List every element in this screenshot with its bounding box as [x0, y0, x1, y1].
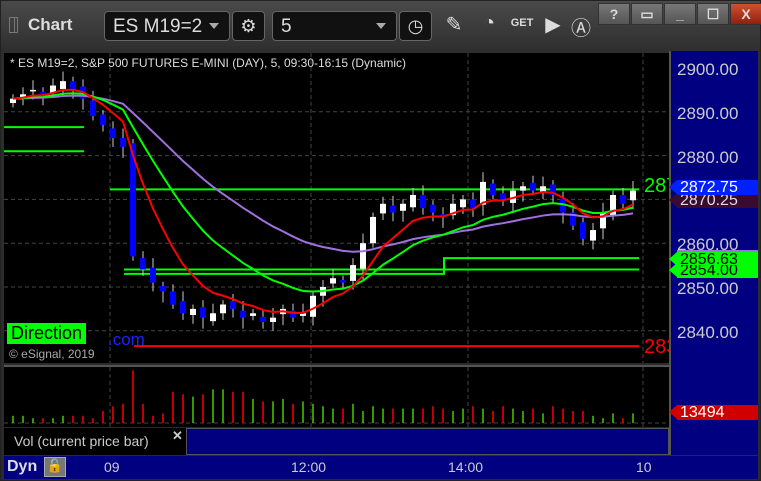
- candle-body: [500, 193, 506, 200]
- time-label: 10: [636, 459, 652, 475]
- symbol-value: ES M19=2: [113, 16, 203, 37]
- watermark-suffix: .com: [108, 330, 145, 349]
- volume-tag: 13494: [669, 405, 758, 421]
- window-title: Chart: [28, 15, 73, 34]
- drag-grip-icon-part: [14, 17, 18, 33]
- candle-body: [580, 222, 586, 239]
- candle-body: [590, 230, 596, 241]
- lock-icon[interactable]: 🔓: [44, 457, 66, 477]
- candle-body: [430, 204, 436, 213]
- candle-body: [220, 304, 226, 314]
- price-label: 2840.00: [677, 323, 739, 342]
- settings-gear-icon[interactable]: ⚙: [232, 11, 265, 41]
- get-data-icon[interactable]: GET: [508, 17, 536, 29]
- candle-body: [70, 81, 76, 90]
- volume-svg: [4, 367, 669, 427]
- time-label: 12:00: [291, 459, 327, 475]
- candle-body: [210, 313, 216, 322]
- close-button[interactable]: X: [730, 3, 761, 25]
- time-label: 09: [104, 459, 120, 475]
- candle-body: [260, 316, 266, 323]
- candle-body: [400, 203, 406, 211]
- price-label: 2890.00: [677, 104, 739, 123]
- candle-body: [30, 89, 36, 92]
- last-price-tag: 2872.75: [669, 180, 758, 196]
- study-label-bar: Vol (current price bar) ✕: [4, 428, 669, 455]
- candle-body: [490, 183, 496, 196]
- candle-body: [60, 81, 66, 90]
- candle-body: [350, 265, 356, 281]
- candle-body: [370, 216, 376, 244]
- close-study-icon[interactable]: ✕: [172, 428, 183, 444]
- candle-body: [270, 317, 276, 323]
- play-icon[interactable]: ▶: [539, 12, 567, 37]
- candle-body: [390, 205, 396, 213]
- candle-body: [180, 301, 186, 314]
- time-label: 14:00: [448, 459, 484, 475]
- candle-body: [340, 279, 346, 283]
- candle-body: [120, 138, 126, 147]
- candle-body: [330, 278, 336, 284]
- ma1-tag: 2856.63: [669, 250, 758, 268]
- price-label: 2880.00: [677, 148, 739, 167]
- candle-body: [150, 267, 156, 283]
- candle-body: [630, 190, 636, 201]
- candle-body: [140, 258, 146, 270]
- candle-body: [620, 195, 626, 204]
- candle-body: [410, 195, 416, 208]
- candle-body: [250, 313, 256, 316]
- price-plot[interactable]: * ES M19=2, S&P 500 FUTURES E-MINI (DAY)…: [4, 53, 677, 363]
- clock-icon[interactable]: ◷: [399, 11, 432, 41]
- interval-value: 5: [281, 16, 292, 37]
- chart-window: Chart ES M19=2 ⚙ 5 ◷ ✎ ◔ GET ▶ Ⓐ ? ▭ _ ☐…: [0, 0, 761, 481]
- candle-body: [230, 301, 236, 309]
- chevron-down-icon: [209, 23, 219, 29]
- interval-select[interactable]: 5: [272, 11, 397, 41]
- candle-body: [380, 203, 386, 214]
- maximize-button[interactable]: ☐: [697, 3, 729, 25]
- chart-header: * ES M19=2, S&P 500 FUTURES E-MINI (DAY)…: [10, 56, 407, 70]
- price-chart-svg: [4, 53, 669, 363]
- link-button[interactable]: ▭: [631, 3, 663, 25]
- candle-body: [310, 295, 316, 317]
- candle-body: [360, 243, 366, 269]
- candle-body: [460, 199, 466, 208]
- candle-body: [170, 291, 176, 305]
- dyn-label: Dyn: [7, 458, 38, 475]
- pencil-icon[interactable]: ✎: [440, 12, 468, 37]
- candle-body: [90, 100, 96, 117]
- help-button[interactable]: ?: [598, 3, 630, 25]
- chevron-down-icon: [376, 23, 386, 29]
- volume-panel[interactable]: [4, 365, 669, 427]
- candle-body: [100, 114, 106, 125]
- candle-body: [200, 307, 206, 318]
- candle-body: [420, 195, 426, 209]
- time-axis[interactable]: Dyn 🔓 09 12:00 14:00 10: [4, 456, 758, 479]
- candle-body: [160, 286, 166, 292]
- price-label: 2900.00: [677, 60, 739, 79]
- candle-body: [520, 186, 526, 191]
- alert-icon[interactable]: Ⓐ: [567, 12, 595, 41]
- minimize-button[interactable]: _: [664, 3, 696, 25]
- copyright: © eSignal, 2019: [9, 347, 95, 361]
- watermark-direction: Direction: [7, 323, 87, 344]
- price-label: 2850.00: [677, 279, 739, 298]
- candle-body: [530, 182, 536, 191]
- symbol-select[interactable]: ES M19=2: [104, 11, 230, 41]
- candle-body: [110, 128, 116, 139]
- candle-body: [240, 310, 246, 318]
- study-label: Vol (current price bar): [14, 433, 149, 449]
- candle-body: [190, 308, 196, 316]
- study-icon[interactable]: ◔: [475, 12, 503, 35]
- study-scroll-area: [186, 428, 669, 455]
